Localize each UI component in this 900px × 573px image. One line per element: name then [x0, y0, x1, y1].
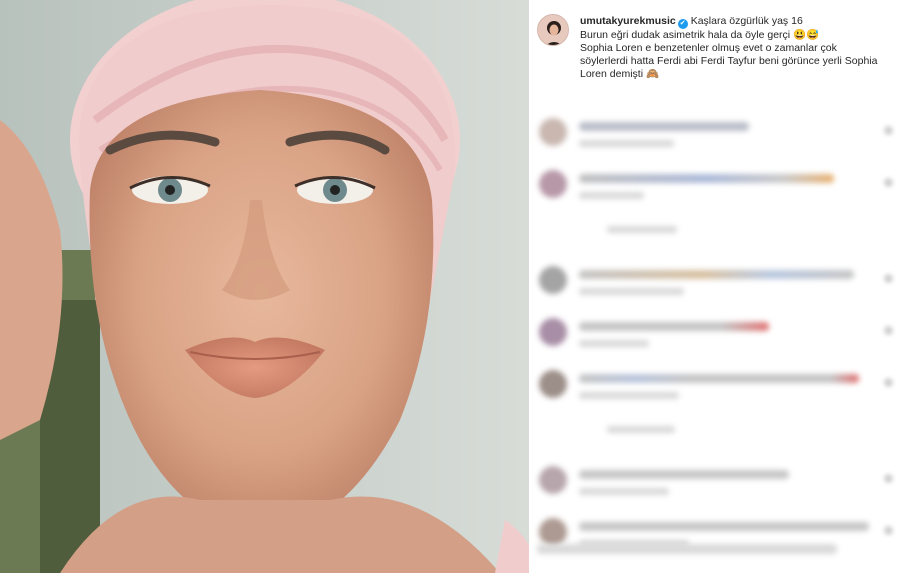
heart-icon[interactable]	[884, 378, 893, 387]
comment-text-blurred	[579, 322, 769, 331]
comment-text-blurred	[579, 470, 789, 479]
heart-icon[interactable]	[884, 274, 893, 283]
list-item	[537, 164, 899, 216]
list-item	[537, 512, 899, 564]
list-item	[537, 416, 899, 460]
list-item	[537, 460, 899, 512]
list-item	[537, 216, 899, 260]
username-link[interactable]: umutakyurekmusic	[580, 15, 676, 27]
comment-text-blurred	[579, 374, 859, 383]
caption-line-3: Sophia Loren e benzetenler olmuş evet o …	[580, 42, 837, 54]
list-item	[537, 112, 899, 164]
post-photo[interactable]	[0, 0, 529, 573]
comment-meta-blurred	[579, 392, 679, 399]
view-replies-blurred[interactable]	[607, 426, 675, 433]
list-item	[537, 260, 899, 312]
caption-line-2: Burun eğri dudak asimetrik hala da öyle …	[580, 29, 820, 41]
comment-text-blurred	[579, 270, 854, 279]
verified-badge-icon: ✔	[677, 19, 688, 29]
comment-list	[537, 112, 899, 564]
portrait-image	[0, 0, 529, 573]
comment-text-blurred	[579, 522, 869, 531]
caption-line-1: Kaşlara özgürlük yaş 16	[690, 15, 803, 27]
comment-meta-blurred	[579, 192, 644, 199]
comments-panel: umutakyurekmusic ✔ Kaşlara özgürlük yaş 16…	[529, 0, 900, 573]
heart-icon[interactable]	[884, 126, 893, 135]
list-item	[537, 364, 899, 416]
avatar[interactable]	[539, 266, 567, 294]
avatar[interactable]	[539, 318, 567, 346]
list-item	[537, 312, 899, 364]
avatar[interactable]	[539, 466, 567, 494]
heart-icon[interactable]	[884, 326, 893, 335]
comment-meta-blurred	[579, 488, 669, 495]
caption-line-5: Loren demişti 🙈	[580, 68, 660, 80]
comment-text-blurred	[579, 122, 749, 131]
more-comments-blurred	[537, 544, 837, 554]
post-caption: umutakyurekmusic ✔ Kaşlara özgürlük yaş 16…	[537, 12, 892, 81]
comment-meta-blurred	[579, 288, 684, 295]
heart-icon[interactable]	[884, 178, 893, 187]
avatar[interactable]	[539, 518, 567, 546]
view-replies-blurred[interactable]	[607, 226, 677, 233]
avatar[interactable]	[539, 118, 567, 146]
comment-meta-blurred	[579, 340, 649, 347]
caption-line-4: söylerlerdi hatta Ferdi abi Ferdi Tayfur…	[580, 55, 878, 67]
heart-icon[interactable]	[884, 474, 893, 483]
comment-meta-blurred	[579, 140, 674, 147]
avatar[interactable]	[537, 14, 569, 46]
avatar[interactable]	[539, 370, 567, 398]
heart-icon[interactable]	[884, 526, 893, 535]
avatar[interactable]	[539, 170, 567, 198]
comment-text-blurred	[579, 174, 834, 183]
